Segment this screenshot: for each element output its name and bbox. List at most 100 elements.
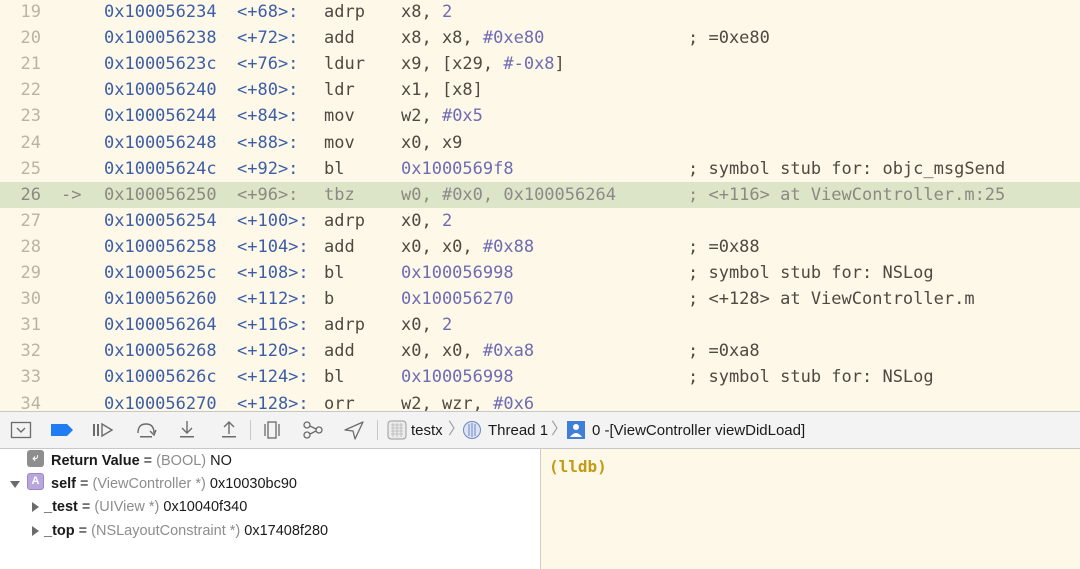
- step-into-icon[interactable]: [175, 419, 199, 441]
- operand-literal: 2: [441, 210, 453, 231]
- instruction-operands: 0x100056270: [401, 286, 514, 312]
- instruction-operands: 0x1000569f8: [401, 156, 514, 182]
- instruction-address: 0x100056250: [104, 184, 217, 205]
- instruction-row[interactable]: 21 0x10005623c <+76>: ldur x9, [x29, #-0x8]: [0, 51, 1080, 77]
- instruction-mnemonic: mov: [324, 106, 355, 127]
- instruction-row[interactable]: 24 0x100056248 <+88>: mov x0, x9: [0, 130, 1080, 156]
- instruction-mnemonic: adrp: [324, 315, 365, 336]
- variable-equals: =: [76, 476, 93, 492]
- disclosure-closed-icon[interactable]: [32, 526, 39, 536]
- instruction-mnemonic: ldur: [324, 54, 365, 75]
- variable-row-self[interactable]: A self = (ViewController *) 0x10030bc90: [0, 473, 540, 496]
- frame-breadcrumb[interactable]: 0 -[ViewController viewDidLoad]: [592, 412, 805, 448]
- instruction-operands: x8, 2: [401, 0, 452, 25]
- debug-bar: testx 〉 Thread 1 〉 0 -[ViewController vi…: [0, 411, 1080, 449]
- instruction-operands: w2, wzr, #0x6: [401, 391, 534, 412]
- instruction-mnemonic: bl: [324, 158, 345, 179]
- instruction-offset: <+72>:: [237, 28, 299, 49]
- operand-literal: 2: [441, 2, 453, 22]
- toolbar-separator: [250, 420, 251, 440]
- instruction-offset: <+80>:: [237, 80, 299, 101]
- instruction-operands: x0, x9: [401, 130, 462, 156]
- line-number: 21: [20, 54, 41, 75]
- line-number: 19: [20, 2, 41, 22]
- line-number: 30: [20, 289, 41, 310]
- memory-graph-icon[interactable]: [301, 419, 325, 441]
- variable-row-top[interactable]: _top = (NSLayoutConstraint *) 0x17408f28…: [0, 520, 540, 543]
- instruction-row[interactable]: 30 0x100056260 <+112>: b 0x100056270 ; <+128>…: [0, 286, 1080, 312]
- variable-row-test[interactable]: _test = (UIView *) 0x10040f340: [0, 496, 540, 519]
- variables-view[interactable]: ⤶ Return Value = (BOOL) NO A self = (Vie…: [0, 449, 540, 569]
- instruction-mnemonic: b: [324, 289, 335, 310]
- instruction-row[interactable]: 25 0x10005624c <+92>: bl 0x1000569f8 ; symbol…: [0, 156, 1080, 182]
- step-over-icon[interactable]: [134, 419, 158, 441]
- instruction-address: 0x10005624c: [104, 158, 217, 179]
- instruction-row[interactable]: 19 0x100056234 <+68>: adrp x8, 2: [0, 0, 1080, 25]
- instruction-row[interactable]: 20 0x100056238 <+72>: add x8, x8, #0xe80 ; =0…: [0, 25, 1080, 51]
- instruction-operands: x1, [x8]: [401, 77, 483, 103]
- instruction-operands: x0, 2: [401, 312, 452, 338]
- step-out-icon[interactable]: [217, 419, 241, 441]
- instruction-offset: <+100>:: [237, 210, 309, 231]
- instruction-offset: <+108>:: [237, 263, 309, 283]
- current-instruction-row[interactable]: 26 -> 0x100056250 <+96>: tbz w0, #0x0, 0x1000…: [0, 181, 1080, 208]
- line-number: 20: [20, 28, 41, 49]
- instruction-row[interactable]: 29 0x10005625c <+108>: bl 0x100056998 ; symbo…: [0, 260, 1080, 286]
- variable-row-return-value[interactable]: ⤶ Return Value = (BOOL) NO: [0, 450, 540, 473]
- hide-debug-area-icon[interactable]: [9, 419, 33, 441]
- instruction-mnemonic: mov: [324, 132, 355, 153]
- variable-equals: =: [74, 523, 92, 539]
- operand-literal: #-0x8: [503, 54, 555, 75]
- operand-text: x1, [x8]: [401, 80, 483, 101]
- instruction-row[interactable]: 34 0x100056270 <+128>: orr w2, wzr, #0x6: [0, 391, 1080, 412]
- operand-literal: #0x0, 0x100056264: [441, 184, 616, 205]
- instruction-offset: <+104>:: [237, 236, 309, 257]
- operand-tail: ]: [554, 54, 565, 75]
- view-hierarchy-icon[interactable]: [260, 419, 284, 441]
- line-number: 31: [20, 315, 41, 336]
- instruction-row[interactable]: 33 0x10005626c <+124>: bl 0x100056998 ; symbo…: [0, 364, 1080, 390]
- disclosure-open-icon[interactable]: [10, 481, 20, 488]
- instruction-comment: ; symbol stub for: NSLog: [688, 367, 934, 388]
- instruction-row[interactable]: 31 0x100056264 <+116>: adrp x0, 2: [0, 312, 1080, 338]
- instruction-row[interactable]: 32 0x100056268 <+120>: add x0, x0, #0xa8 ; =0…: [0, 338, 1080, 364]
- instruction-operands: 0x100056998: [401, 364, 514, 390]
- instruction-address: 0x100056238: [104, 28, 217, 49]
- instruction-mnemonic: adrp: [324, 2, 365, 22]
- line-number: 25: [20, 158, 41, 179]
- instruction-offset: <+88>:: [237, 132, 299, 153]
- disclosure-closed-icon[interactable]: [32, 502, 39, 512]
- instruction-row[interactable]: 28 0x100056258 <+104>: add x0, x0, #0x88 ; =0…: [0, 234, 1080, 260]
- operand-literal: #0xa8: [482, 341, 535, 362]
- instruction-offset: <+120>:: [237, 341, 309, 362]
- instruction-row[interactable]: 23 0x100056244 <+84>: mov w2, #0x5: [0, 103, 1080, 129]
- variable-name: Return Value: [51, 453, 140, 469]
- operand-text: x8, x8,: [401, 28, 483, 49]
- instruction-operands: 0x100056998: [401, 260, 514, 286]
- lldb-console[interactable]: (lldb): [540, 449, 1080, 569]
- thread-breadcrumb[interactable]: Thread 1: [488, 412, 548, 448]
- operand-literal: 2: [441, 315, 453, 336]
- instruction-comment: ; <+116> at ViewController.m:25: [688, 184, 1006, 205]
- instruction-address: 0x100056240: [104, 80, 217, 101]
- target-breadcrumb[interactable]: testx: [411, 412, 443, 448]
- continue-icon[interactable]: [91, 419, 115, 441]
- variable-value: NO: [206, 453, 232, 469]
- instruction-mnemonic: tbz: [324, 184, 355, 205]
- instruction-comment: ; <+128> at ViewController.m: [688, 289, 975, 310]
- disassembly-view[interactable]: 19 0x100056234 <+68>: adrp x8, 2 20 0x10005623…: [0, 0, 1080, 411]
- variable-type: (BOOL): [156, 453, 207, 469]
- instruction-comment: ; =0x88: [688, 236, 760, 257]
- variable-value: 0x17408f280: [240, 523, 329, 539]
- variable-value: 0x10040f340: [159, 499, 248, 515]
- variable-name: _test: [44, 499, 78, 515]
- simulate-location-icon[interactable]: [342, 419, 366, 441]
- operand-text: x8,: [401, 2, 442, 22]
- instruction-offset: <+124>:: [237, 367, 309, 388]
- instruction-row[interactable]: 27 0x100056254 <+100>: adrp x0, 2: [0, 208, 1080, 234]
- breakpoints-toggle-icon[interactable]: [50, 419, 74, 441]
- instruction-operands: x0, x0, #0x88: [401, 234, 534, 260]
- operand-text: w0,: [401, 184, 442, 205]
- instruction-mnemonic: ldr: [324, 80, 355, 101]
- instruction-row[interactable]: 22 0x100056240 <+80>: ldr x1, [x8]: [0, 77, 1080, 103]
